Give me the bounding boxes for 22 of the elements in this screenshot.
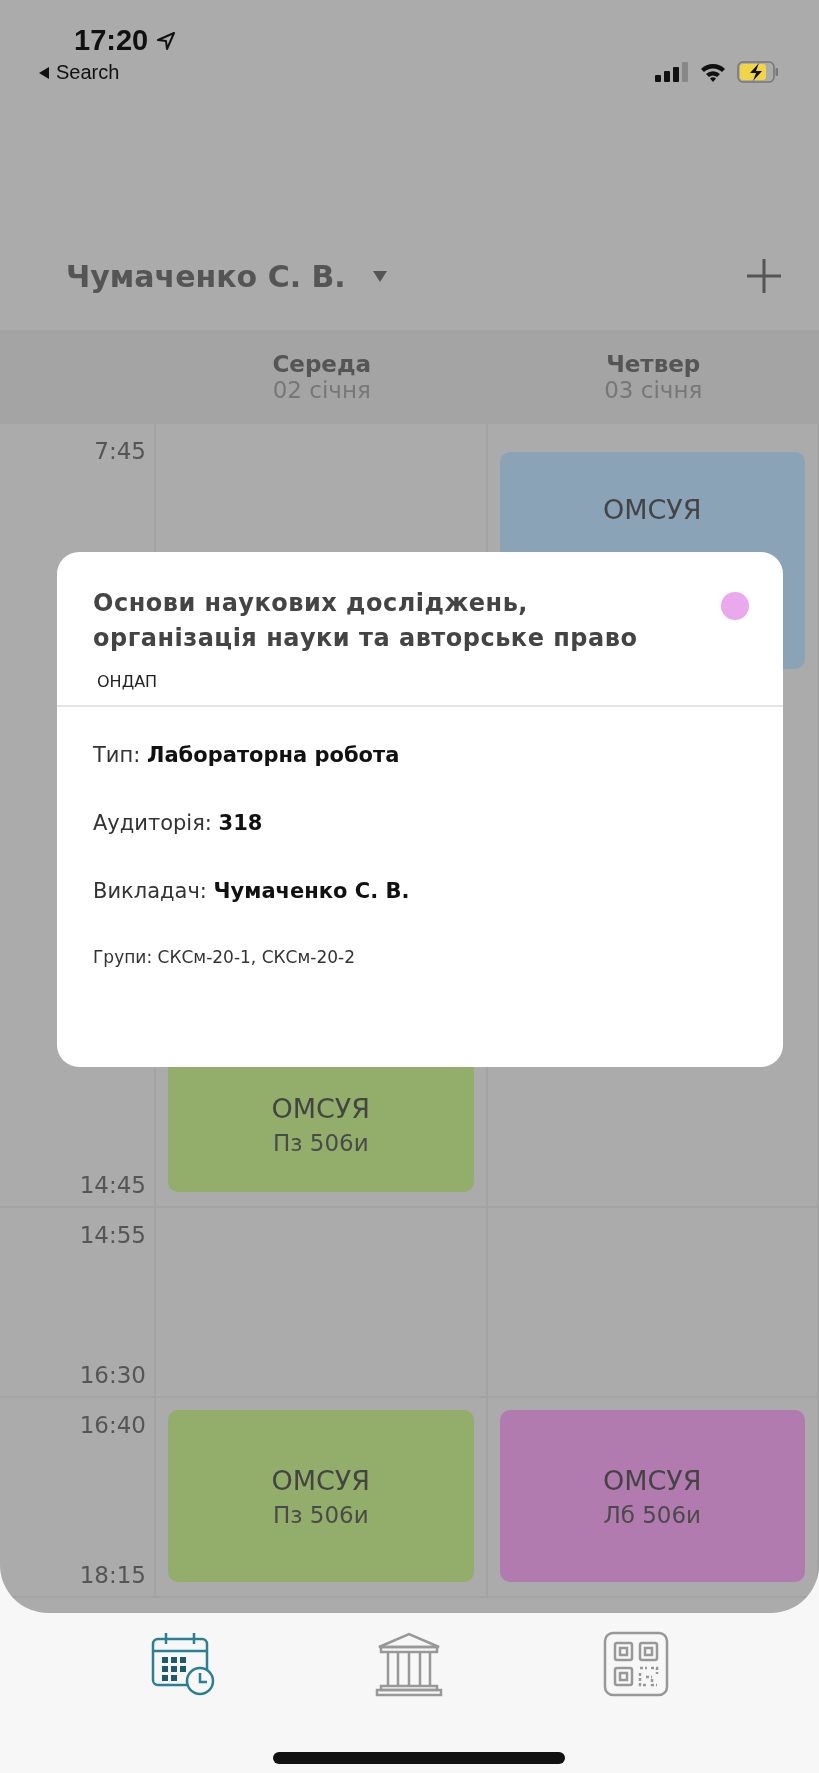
time-label: 16:30	[79, 1362, 146, 1388]
detail-line: Аудиторія: 318	[93, 810, 264, 835]
day-name: Середа	[272, 351, 372, 377]
groups-line: Групи: СКСм-20-1, СКСм-20-2	[93, 946, 357, 967]
lesson-title: Основи наукових досліджень, організація науки та авторське право	[93, 588, 639, 654]
time-label: 16:40	[79, 1412, 146, 1438]
event-title: ОМСУЯ	[602, 494, 702, 525]
time-label: 18:15	[79, 1562, 146, 1588]
day-name: Четвер	[606, 351, 701, 377]
event-room: Лб 506и	[603, 1501, 702, 1528]
lesson-code: ОНДАП	[96, 671, 159, 691]
event-room: Пз 506и	[272, 1501, 369, 1528]
time-label: 7:45	[94, 438, 146, 464]
event-title: ОМСУЯ	[271, 1464, 371, 1496]
status-time: 17:20	[74, 24, 149, 57]
detail-line: Викладач: Чумаченко С. В.	[93, 878, 411, 903]
detail-line: Тип: Лабораторна робота	[93, 742, 401, 767]
event-title: ОМСУЯ	[602, 1464, 702, 1496]
time-label: 14:55	[79, 1222, 146, 1248]
time-label: 14:45	[79, 1172, 146, 1198]
event-room: Пз 506и	[272, 1130, 369, 1156]
event-title: ОМСУЯ	[271, 1093, 371, 1124]
